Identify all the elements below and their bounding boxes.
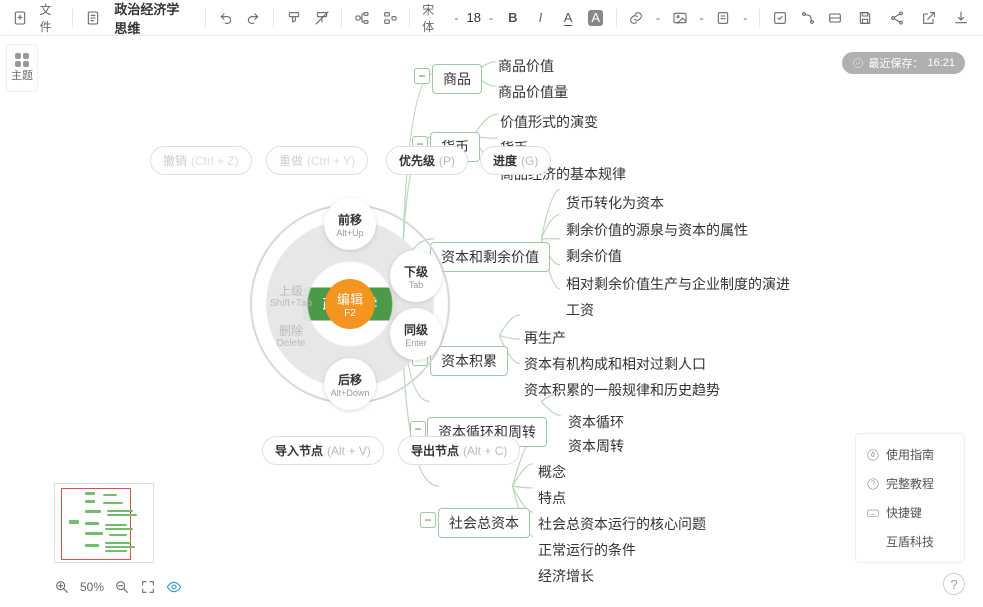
separator	[616, 9, 617, 27]
top-toolbar: 文件 政治经济学思维 宋体 - 18 - B I A A - - -	[0, 0, 983, 36]
collapse-toggle[interactable]: −	[420, 512, 436, 528]
relation-button[interactable]	[796, 4, 820, 32]
help-brand[interactable]: 互盾科技	[856, 527, 964, 556]
open-external-button[interactable]	[915, 4, 943, 32]
leaf[interactable]: 商品价值	[498, 56, 554, 76]
progress-pill[interactable]: 进度(G)	[480, 146, 551, 175]
separator	[72, 9, 73, 27]
leaf[interactable]: 再生产	[524, 328, 566, 348]
share-button[interactable]	[883, 4, 911, 32]
redo-button[interactable]	[242, 4, 266, 32]
italic-button[interactable]: I	[529, 4, 553, 32]
dash: -	[696, 11, 708, 25]
leaf[interactable]: 正常运行的条件	[538, 540, 636, 560]
leaf[interactable]: 资本有机构成和相对过剩人口	[524, 354, 706, 374]
preview-button[interactable]	[166, 579, 182, 595]
question-icon	[866, 477, 880, 491]
help-panel: 使用指南 完整教程 快捷键 互盾科技	[855, 433, 965, 563]
bold-button[interactable]: B	[501, 4, 525, 32]
help-tutorial[interactable]: 完整教程	[856, 469, 964, 498]
radial-context-menu: 政 学 上级Shift+Tab 删除Delete 编辑F2 前移Alt+Up 下…	[250, 204, 450, 404]
document-title[interactable]: 政治经济学思维	[108, 0, 197, 37]
help-fab[interactable]: ?	[943, 573, 965, 595]
leaf[interactable]: 价值形式的演变	[500, 112, 598, 132]
collapse-toggle[interactable]: −	[410, 421, 426, 437]
clear-format-button[interactable]	[310, 4, 334, 32]
radial-move-up-button[interactable]: 前移Alt+Up	[324, 198, 376, 250]
import-node-pill[interactable]: 导入节点(Alt + V)	[262, 436, 384, 465]
radial-sibling-button[interactable]: 同级Enter	[390, 308, 442, 360]
dash: -	[652, 11, 664, 25]
leaf[interactable]: 经济增长	[538, 566, 594, 586]
separator	[409, 9, 410, 27]
undo-pill[interactable]: 撤销(Ctrl + Z)	[150, 146, 252, 175]
text-color-button[interactable]: A	[564, 10, 573, 25]
radial-parent[interactable]: 上级Shift+Tab	[266, 284, 316, 310]
zoom-out-button[interactable]	[114, 579, 130, 595]
leaf[interactable]: 社会总资本运行的核心问题	[538, 514, 706, 534]
help-shortcuts[interactable]: 快捷键	[856, 498, 964, 527]
leaf[interactable]: 资本周转	[568, 436, 624, 456]
task-button[interactable]	[768, 4, 792, 32]
node-capital-accumulation[interactable]: 资本积累	[430, 346, 508, 376]
save-button[interactable]	[851, 4, 879, 32]
leaf[interactable]: 资本循环	[568, 412, 624, 432]
redo-pill[interactable]: 重做(Ctrl + Y)	[266, 146, 368, 175]
format-brush-button[interactable]	[282, 4, 306, 32]
leaf[interactable]: 概念	[538, 462, 566, 482]
radial-delete[interactable]: 删除Delete	[266, 324, 316, 350]
node-commodity[interactable]: 商品	[432, 64, 482, 94]
keyboard-icon	[866, 506, 880, 520]
image-button[interactable]	[668, 4, 692, 32]
leaf[interactable]: 资本积累的一般规律和历史趋势	[524, 380, 720, 400]
leaf[interactable]: 工资	[566, 300, 594, 320]
node-capital-surplus[interactable]: 资本和剩余价值	[430, 242, 550, 272]
leaf[interactable]: 剩余价值的源泉与资本的属性	[566, 220, 748, 240]
leaf[interactable]: 剩余价值	[566, 246, 622, 266]
boundary-button[interactable]	[823, 4, 847, 32]
leaf[interactable]: 相对剩余价值生产与企业制度的演进	[566, 274, 790, 294]
dash: -	[739, 11, 751, 25]
leaf[interactable]: 商品价值量	[498, 82, 568, 102]
separator	[341, 9, 342, 27]
priority-pill[interactable]: 优先级(P)	[386, 146, 468, 175]
font-family-select[interactable]: 宋体	[418, 1, 446, 35]
zoom-in-button[interactable]	[54, 579, 70, 595]
separator	[759, 9, 760, 27]
font-size-select[interactable]: 18	[467, 10, 481, 25]
undo-button[interactable]	[214, 4, 238, 32]
separator	[205, 9, 206, 27]
minimap[interactable]	[54, 483, 154, 563]
export-button[interactable]	[947, 4, 975, 32]
leaf[interactable]: 货币转化为资本	[566, 193, 664, 213]
dash: -	[485, 11, 497, 25]
doc-icon[interactable]	[81, 4, 105, 32]
file-menu[interactable]: 文件	[36, 1, 64, 35]
zoom-bar: 50%	[54, 579, 182, 595]
radial-move-down-button[interactable]: 后移Alt+Down	[324, 358, 376, 410]
zoom-value: 50%	[80, 580, 104, 594]
help-guide[interactable]: 使用指南	[856, 440, 964, 469]
link-button[interactable]	[624, 4, 648, 32]
collapse-toggle[interactable]: −	[414, 68, 430, 84]
separator	[273, 9, 274, 27]
compass-icon	[866, 448, 880, 462]
node-social-capital[interactable]: 社会总资本	[438, 508, 530, 538]
radial-child-button[interactable]: 下级Tab	[390, 250, 442, 302]
export-node-pill[interactable]: 导出节点(Alt + C)	[398, 436, 520, 465]
add-sibling-button[interactable]	[378, 4, 402, 32]
radial-edit-button[interactable]: 编辑F2	[325, 279, 375, 329]
note-button[interactable]	[712, 4, 736, 32]
leaf[interactable]: 特点	[538, 488, 566, 508]
add-child-button[interactable]	[350, 4, 374, 32]
dash: -	[451, 11, 463, 25]
highlight-color-button[interactable]: A	[588, 10, 603, 26]
fit-screen-button[interactable]	[140, 579, 156, 595]
new-file-button[interactable]	[8, 4, 32, 32]
